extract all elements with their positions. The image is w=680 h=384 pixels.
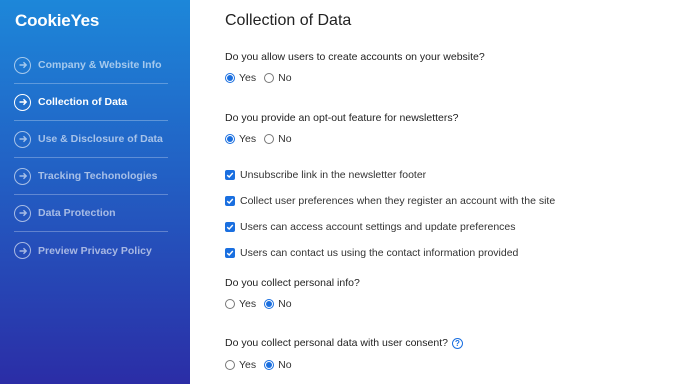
check-icon <box>226 250 234 256</box>
sidebar-item-use-disclosure-of-data[interactable]: Use & Disclosure of Data <box>14 121 168 158</box>
sidebar-item-label: Collection of Data <box>38 96 128 108</box>
arrow-right-icon <box>14 242 31 259</box>
checkbox-label: Users can contact us using the contact i… <box>240 247 519 259</box>
radio-label: No <box>278 133 292 145</box>
checkbox[interactable] <box>225 248 235 258</box>
checkbox[interactable] <box>225 170 235 180</box>
page-title: Collection of Data <box>225 12 352 29</box>
radio-option-yes[interactable]: Yes <box>225 133 256 145</box>
radio-option-yes[interactable]: Yes <box>225 298 256 310</box>
sidebar-item-label: Data Protection <box>38 207 116 219</box>
question-collect-with-consent: Do you collect personal data with user c… <box>225 337 463 349</box>
radio-button[interactable] <box>225 360 235 370</box>
checkbox-row-unsubscribe-link: Unsubscribe link in the newsletter foote… <box>225 169 426 181</box>
radio-label: Yes <box>239 359 257 371</box>
radio-group-collect-personal-info: Yes No <box>225 298 300 310</box>
sidebar-item-label: Use & Disclosure of Data <box>38 133 163 145</box>
radio-button[interactable] <box>264 134 275 144</box>
arrow-right-icon <box>14 130 31 148</box>
sidebar-item-company-website-info[interactable]: Company & Website Info <box>14 47 168 84</box>
question-text: Do you collect personal data with user c… <box>225 337 448 349</box>
checkbox-label: Users can access account settings and up… <box>240 221 516 233</box>
radio-option-no[interactable]: No <box>264 133 292 145</box>
checkbox-label: Unsubscribe link in the newsletter foote… <box>240 169 427 181</box>
question-opt-out-newsletters: Do you provide an opt-out feature for ne… <box>225 112 459 124</box>
radio-group-collect-with-consent: Yes No <box>225 359 300 371</box>
radio-label: Yes <box>239 133 257 145</box>
radio-group-opt-out-newsletters: Yes No <box>225 133 300 145</box>
cookieyes-logo: CookieYes <box>15 11 100 30</box>
check-icon <box>226 224 234 230</box>
radio-button[interactable] <box>225 73 235 83</box>
sidebar-item-label: Company & Website Info <box>38 59 162 71</box>
checkbox-row-access-account-settings: Users can access account settings and up… <box>225 221 516 233</box>
arrow-right-icon <box>14 167 31 185</box>
radio-button[interactable] <box>264 360 275 370</box>
radio-option-no[interactable]: No <box>264 72 292 84</box>
radio-option-no[interactable]: No <box>264 359 292 371</box>
radio-label: No <box>278 298 292 310</box>
arrow-right-icon <box>14 93 31 111</box>
sidebar-item-collection-of-data[interactable]: Collection of Data <box>14 84 168 121</box>
radio-label: Yes <box>239 72 257 84</box>
checkbox[interactable] <box>225 196 235 206</box>
sidebar: CookieYes Company & Website Info Collect… <box>0 0 190 384</box>
checkbox-row-collect-preferences: Collect user preferences when they regis… <box>225 195 555 207</box>
radio-group-create-accounts: Yes No <box>225 72 300 84</box>
checkbox-row-contact-us: Users can contact us using the contact i… <box>225 247 518 259</box>
sidebar-item-tracking-technologies[interactable]: Tracking Techonologies <box>14 158 168 195</box>
arrow-right-icon <box>14 204 31 222</box>
radio-button[interactable] <box>225 134 235 144</box>
radio-option-yes[interactable]: Yes <box>225 72 256 84</box>
radio-option-no[interactable]: No <box>264 298 292 310</box>
radio-button[interactable] <box>264 73 275 83</box>
radio-option-yes[interactable]: Yes <box>225 359 256 371</box>
radio-label: No <box>278 72 292 84</box>
check-icon <box>226 172 234 178</box>
arrow-right-icon <box>14 56 31 74</box>
question-create-accounts: Do you allow users to create accounts on… <box>225 51 485 63</box>
sidebar-nav: Company & Website Info Collection of Dat… <box>14 47 168 269</box>
sidebar-item-label: Preview Privacy Policy <box>38 244 152 257</box>
check-icon <box>226 198 234 204</box>
radio-button[interactable] <box>264 299 275 309</box>
radio-button[interactable] <box>225 299 235 309</box>
checkbox-label: Collect user preferences when they regis… <box>240 195 556 207</box>
question-circle-icon[interactable]: ? <box>451 337 463 349</box>
sidebar-item-label: Tracking Techonologies <box>38 170 158 182</box>
sidebar-item-data-protection[interactable]: Data Protection <box>14 195 168 232</box>
radio-label: Yes <box>239 298 257 310</box>
checkbox[interactable] <box>225 222 235 232</box>
question-collect-personal-info: Do you collect personal info? <box>225 277 360 289</box>
radio-label: No <box>278 359 292 371</box>
sidebar-item-preview-privacy-policy[interactable]: Preview Privacy Policy <box>14 232 168 269</box>
main-content: Collection of Data Do you allow users to… <box>225 0 665 384</box>
